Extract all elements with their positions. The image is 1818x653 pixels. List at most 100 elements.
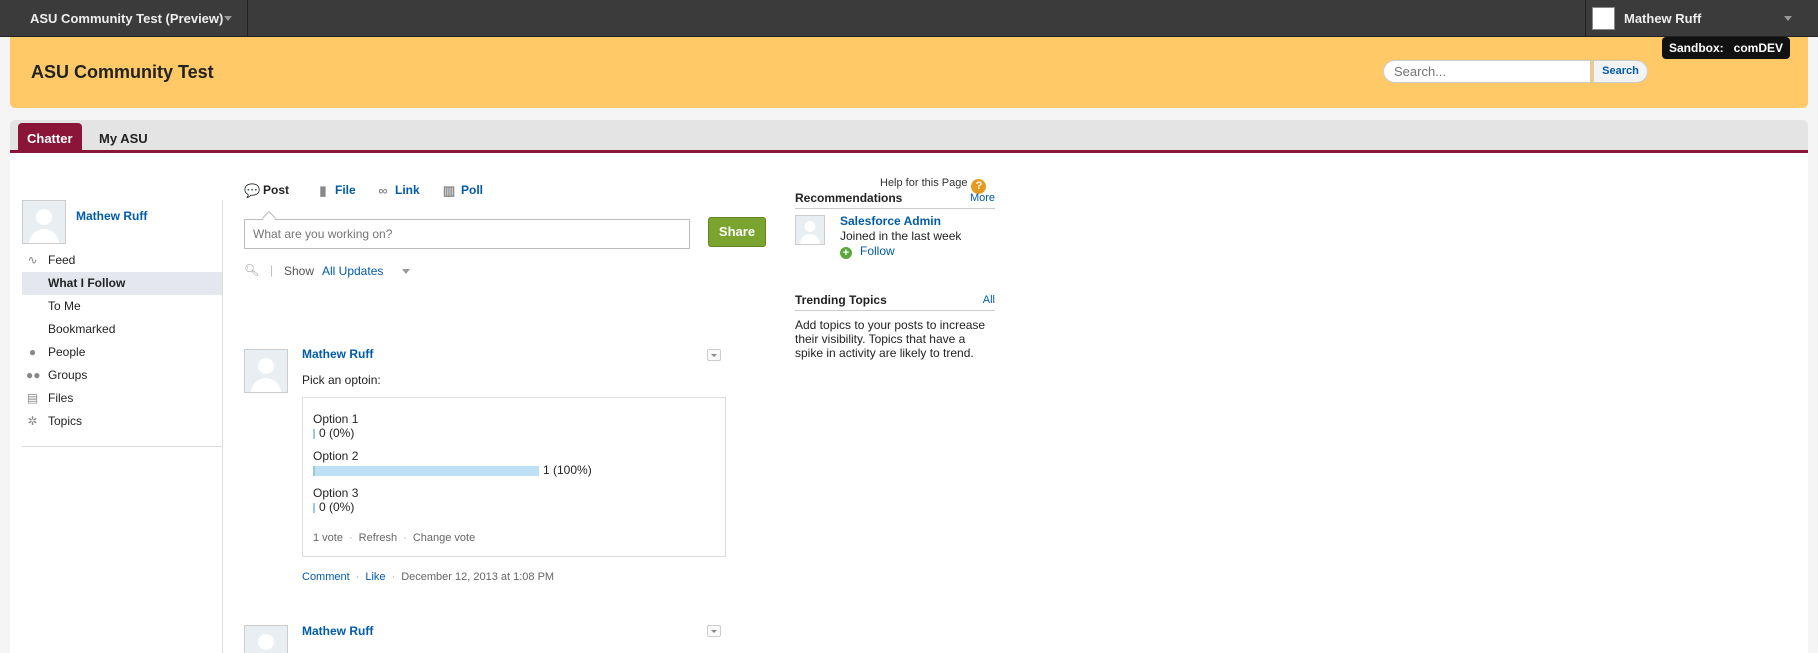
tab-chatter[interactable]: Chatter — [18, 123, 82, 153]
sidebar-nav: ∿ Feed What I Follow To Me Bookmarked ● Pe… — [22, 249, 222, 433]
search-input[interactable] — [1383, 60, 1591, 83]
person-icon: ● — [28, 345, 37, 359]
sidebar-item-label: Files — [48, 391, 74, 405]
refresh-link[interactable]: Refresh — [359, 532, 398, 544]
change-vote-link[interactable]: Change vote — [413, 532, 475, 544]
trending-description: Add topics to your posts to increase the… — [795, 318, 986, 360]
poll-option-count: 1 (100%) — [543, 463, 592, 477]
group-icon: ●● — [26, 368, 41, 382]
sidebar-item-files[interactable]: ▤ Files — [22, 387, 222, 410]
divider — [222, 200, 223, 653]
vote-count: 1 vote — [313, 532, 343, 544]
user-avatar[interactable] — [1592, 7, 1615, 30]
post-menu-button[interactable] — [707, 349, 721, 361]
user-menu[interactable]: Mathew Ruff — [1624, 11, 1701, 26]
search-button[interactable]: Search — [1593, 60, 1648, 83]
poll-option-count: 0 (0%) — [319, 426, 355, 440]
sidebar-item-what-i-follow[interactable]: What I Follow — [22, 272, 222, 295]
trending-topics-title: Trending Topics — [795, 293, 887, 307]
publisher-tab-label: File — [335, 183, 356, 197]
person-silhouette-icon — [36, 209, 52, 225]
sidebar-item-label: To Me — [48, 299, 81, 313]
comment-link[interactable]: Comment — [302, 571, 350, 583]
bar-chart-icon: ▥ — [442, 183, 456, 198]
sandbox-value: comDEV — [1733, 41, 1784, 55]
search-icon[interactable]: 🔍︎ — [244, 263, 259, 277]
profile-name-link[interactable]: Mathew Ruff — [76, 209, 147, 223]
tab-my-asu[interactable]: My ASU — [90, 123, 157, 153]
divider — [795, 310, 995, 311]
poll-option-label: Option 2 — [313, 449, 359, 463]
publisher-tab-poll[interactable]: ▥ Poll — [442, 183, 484, 198]
sidebar-item-feed[interactable]: ∿ Feed — [22, 249, 222, 272]
person-silhouette-icon — [258, 358, 274, 374]
sidebar-item-groups[interactable]: ●● Groups — [22, 364, 222, 387]
tab-bar: Chatter My ASU — [10, 120, 1808, 153]
top-bar: ASU Community Test (Preview) Mathew Ruff — [0, 0, 1818, 37]
recommendation-subtitle: Joined in the last week — [840, 229, 962, 243]
trending-all-link[interactable]: All — [983, 294, 995, 306]
post-actions: Comment · Like · December 12, 2013 at 1:08 P… — [302, 571, 555, 583]
follow-button[interactable]: + Follow — [840, 244, 895, 259]
person-silhouette-icon — [251, 378, 281, 392]
chevron-down-icon[interactable] — [402, 269, 410, 274]
chevron-down-icon[interactable] — [224, 16, 232, 21]
help-label[interactable]: Help for this Page — [880, 177, 967, 189]
link-icon: ∞ — [378, 183, 388, 198]
community-header: ASU Community Test Search — [10, 37, 1808, 108]
poll-option-bar — [313, 466, 539, 476]
recommendations-more-link[interactable]: More — [970, 192, 995, 204]
sidebar-item-label: What I Follow — [48, 276, 126, 290]
publisher-tab-label: Poll — [461, 183, 484, 197]
sidebar-item-label: Groups — [48, 368, 88, 382]
poll: Option 1 0 (0%) Option 2 1 (100%) Option… — [302, 397, 726, 557]
poll-option-count: 0 (0%) — [319, 500, 355, 514]
page-title: ASU Community Test — [31, 62, 214, 82]
filter-dropdown[interactable]: All Updates — [322, 264, 383, 278]
recommendation-name-link[interactable]: Salesforce Admin — [840, 214, 941, 228]
post-text: Pick an optoin: — [302, 373, 381, 387]
sidebar-item-label: Topics — [48, 414, 83, 428]
sandbox-badge: Sandbox: comDEV — [1662, 37, 1791, 59]
filter-label: Show — [284, 264, 315, 278]
plus-icon: + — [840, 247, 852, 259]
like-link[interactable]: Like — [365, 571, 385, 583]
divider — [795, 208, 995, 209]
post-author-link[interactable]: Mathew Ruff — [302, 347, 373, 361]
post-menu-button[interactable] — [707, 625, 721, 637]
chevron-down-icon[interactable] — [1784, 16, 1792, 21]
post-author-avatar[interactable] — [244, 349, 288, 393]
publisher-tab-post[interactable]: 💬 Post — [244, 183, 290, 198]
poll-option-bar — [313, 503, 315, 513]
post-author-link[interactable]: Mathew Ruff — [302, 624, 373, 638]
person-silhouette-icon — [800, 234, 820, 244]
publisher-tab-label: Post — [263, 183, 290, 197]
file-icon: ▤ — [26, 391, 39, 405]
sidebar-item-people[interactable]: ● People — [22, 341, 222, 364]
post-input[interactable] — [244, 219, 690, 249]
post-timestamp[interactable]: December 12, 2013 at 1:08 PM — [401, 571, 554, 583]
sidebar-item-topics[interactable]: ✲ Topics — [22, 410, 222, 433]
sidebar-item-label: Bookmarked — [48, 322, 116, 336]
publisher-tab-file[interactable]: ▮ File — [316, 183, 356, 198]
post-author-avatar[interactable] — [244, 625, 288, 653]
speech-bubble-icon: 💬 — [244, 183, 261, 198]
publisher-tab-link[interactable]: ∞ Link — [376, 183, 419, 198]
profile-avatar[interactable] — [22, 200, 66, 244]
poll-footer: 1 vote · Refresh · Change vote — [313, 532, 476, 544]
sidebar-item-bookmarked[interactable]: Bookmarked — [22, 318, 222, 341]
sandbox-label: Sandbox: — [1669, 41, 1724, 55]
share-button[interactable]: Share — [708, 217, 766, 247]
sidebar-item-label: People — [48, 345, 86, 359]
follow-label[interactable]: Follow — [860, 244, 895, 258]
person-silhouette-icon — [258, 634, 274, 650]
topic-icon: ✲ — [27, 414, 38, 428]
community-switcher[interactable]: ASU Community Test (Preview) — [30, 11, 223, 26]
recommendation-avatar[interactable] — [795, 215, 825, 245]
sidebar-item-to-me[interactable]: To Me — [22, 295, 222, 318]
divider — [1585, 0, 1586, 37]
poll-option-bar — [313, 429, 315, 439]
file-icon: ▮ — [319, 183, 327, 198]
person-silhouette-icon — [804, 221, 816, 232]
main-content: Help for this Page? Mathew Ruff ∿ Feed Wh… — [10, 153, 1808, 653]
